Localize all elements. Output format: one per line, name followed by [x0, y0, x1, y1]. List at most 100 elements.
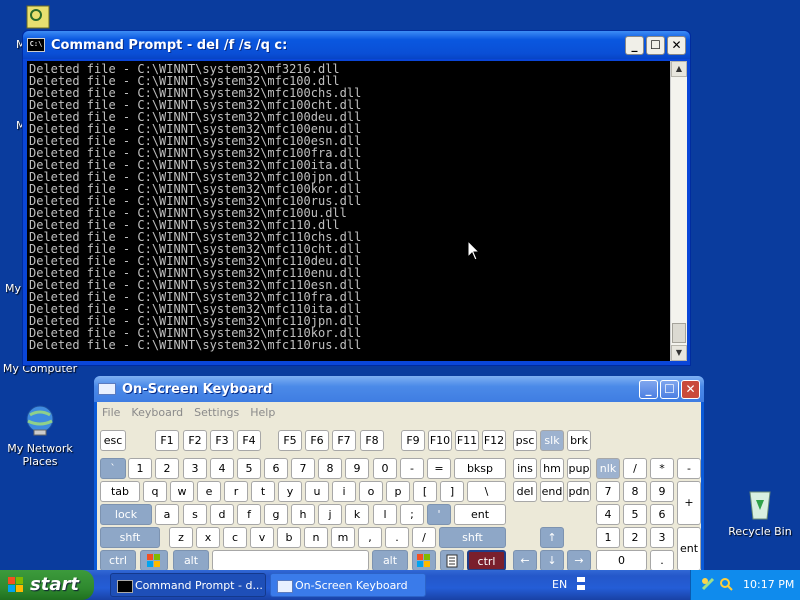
- console-output[interactable]: Deleted file - C:\WINNT\system32\mf3216.…: [27, 61, 670, 361]
- clock[interactable]: 10:17 PM: [743, 578, 794, 591]
- key-tab[interactable]: tab: [100, 481, 140, 502]
- key-o[interactable]: o: [359, 481, 383, 502]
- key-f8[interactable]: F8: [360, 430, 384, 451]
- key-np6[interactable]: 6: [650, 504, 674, 525]
- key-p[interactable]: p: [386, 481, 410, 502]
- osk-minimize-button[interactable]: _: [639, 379, 658, 399]
- key-n5[interactable]: 5: [237, 458, 261, 479]
- key-rbr[interactable]: ]: [440, 481, 464, 502]
- key-f9[interactable]: F9: [401, 430, 425, 451]
- on-screen-keyboard-window[interactable]: On-Screen Keyboard _ ☐ ✕ File Keyboard S…: [94, 376, 704, 571]
- key-brk[interactable]: brk: [567, 430, 591, 451]
- key-np3[interactable]: 3: [650, 527, 674, 548]
- key-div[interactable]: /: [623, 458, 647, 479]
- minimize-button[interactable]: _: [625, 35, 644, 55]
- key-down[interactable]: ↓: [540, 550, 564, 571]
- key-q[interactable]: q: [143, 481, 167, 502]
- key-np8[interactable]: 8: [623, 481, 647, 502]
- scrollbar-thumb[interactable]: [672, 323, 686, 343]
- key-s[interactable]: s: [183, 504, 207, 525]
- maximize-button[interactable]: ☐: [646, 35, 665, 55]
- key-del[interactable]: del: [513, 481, 537, 502]
- key-n0[interactable]: 0: [373, 458, 397, 479]
- key-u[interactable]: u: [305, 481, 329, 502]
- vertical-scrollbar[interactable]: ▲ ▼: [670, 61, 687, 361]
- scroll-down-arrow-icon[interactable]: ▼: [671, 345, 687, 361]
- osk-close-button[interactable]: ✕: [681, 379, 700, 399]
- key-np9[interactable]: 9: [650, 481, 674, 502]
- key-add[interactable]: +: [677, 481, 701, 525]
- input-method-icon[interactable]: [576, 576, 586, 592]
- key-pdn[interactable]: pdn: [567, 481, 591, 502]
- key-r[interactable]: r: [224, 481, 248, 502]
- search-tray-icon[interactable]: [719, 577, 733, 591]
- key-f11[interactable]: F11: [455, 430, 479, 451]
- key-ctrl[interactable]: ctrl: [100, 550, 136, 571]
- key-dot[interactable]: .: [385, 527, 409, 548]
- key-slash[interactable]: /: [412, 527, 436, 548]
- key-n3[interactable]: 3: [183, 458, 207, 479]
- key-nlk[interactable]: nlk: [596, 458, 620, 479]
- command-prompt-window[interactable]: C:\ Command Prompt - del /f /s /q c: _ ☐…: [22, 30, 691, 366]
- key-lbr[interactable]: [: [413, 481, 437, 502]
- key-f7[interactable]: F7: [332, 430, 356, 451]
- key-c[interactable]: c: [223, 527, 247, 548]
- start-button[interactable]: start: [0, 570, 94, 600]
- key-esc[interactable]: esc: [100, 430, 126, 451]
- key-ctrl2[interactable]: ctrl: [467, 550, 506, 571]
- key-n4[interactable]: 4: [210, 458, 234, 479]
- key-npent[interactable]: ent: [677, 527, 701, 571]
- win-logo-key-right[interactable]: [412, 550, 436, 571]
- key-pup[interactable]: pup: [567, 458, 591, 479]
- key-k[interactable]: k: [345, 504, 369, 525]
- key-grave[interactable]: `: [100, 458, 126, 479]
- key-np1[interactable]: 1: [596, 527, 620, 548]
- key-shft2[interactable]: shft: [439, 527, 506, 548]
- key-npdot[interactable]: .: [650, 550, 674, 571]
- key-f1[interactable]: F1: [155, 430, 179, 451]
- key-n1[interactable]: 1: [128, 458, 152, 479]
- menu-key[interactable]: [440, 550, 464, 571]
- key-end[interactable]: end: [540, 481, 564, 502]
- key-z[interactable]: z: [169, 527, 193, 548]
- key-shft[interactable]: shft: [100, 527, 160, 548]
- key-a[interactable]: a: [155, 504, 179, 525]
- key-f12[interactable]: F12: [482, 430, 506, 451]
- key-f5[interactable]: F5: [278, 430, 302, 451]
- osk-maximize-button[interactable]: ☐: [660, 379, 679, 399]
- key-np5[interactable]: 5: [623, 504, 647, 525]
- key-m[interactable]: m: [331, 527, 355, 548]
- osk-titlebar[interactable]: On-Screen Keyboard _ ☐ ✕: [94, 376, 704, 402]
- key-minus[interactable]: -: [400, 458, 424, 479]
- key-np7[interactable]: 7: [596, 481, 620, 502]
- key-ins[interactable]: ins: [513, 458, 537, 479]
- my-network-places-shortcut[interactable]: My Network Places: [0, 403, 80, 468]
- menu-keyboard[interactable]: Keyboard: [131, 406, 183, 419]
- key-n[interactable]: n: [304, 527, 328, 548]
- language-indicator[interactable]: EN: [552, 578, 567, 591]
- key-e[interactable]: e: [197, 481, 221, 502]
- win-logo-key-left[interactable]: [140, 550, 168, 571]
- key-np2[interactable]: 2: [623, 527, 647, 548]
- key-right[interactable]: →: [567, 550, 591, 571]
- key-f3[interactable]: F3: [210, 430, 234, 451]
- key-f10[interactable]: F10: [428, 430, 452, 451]
- key-np4[interactable]: 4: [596, 504, 620, 525]
- key-n2[interactable]: 2: [155, 458, 179, 479]
- key-ent[interactable]: ent: [454, 504, 506, 525]
- key-f[interactable]: f: [237, 504, 261, 525]
- key-h[interactable]: h: [291, 504, 315, 525]
- command-prompt-titlebar[interactable]: C:\ Command Prompt - del /f /s /q c: _ ☐…: [23, 31, 690, 59]
- key-quote[interactable]: ': [427, 504, 451, 525]
- key-x[interactable]: x: [196, 527, 220, 548]
- key-f4[interactable]: F4: [237, 430, 261, 451]
- key-hm[interactable]: hm: [540, 458, 564, 479]
- scroll-up-arrow-icon[interactable]: ▲: [671, 61, 687, 77]
- key-i[interactable]: i: [332, 481, 356, 502]
- taskbar-item-command-prompt[interactable]: Command Prompt - d...: [110, 573, 266, 597]
- key-comma[interactable]: ,: [358, 527, 382, 548]
- key-n8[interactable]: 8: [318, 458, 342, 479]
- key-np0[interactable]: 0: [596, 550, 647, 571]
- recycle-bin-shortcut[interactable]: Recycle Bin: [720, 486, 800, 538]
- key-f2[interactable]: F2: [183, 430, 207, 451]
